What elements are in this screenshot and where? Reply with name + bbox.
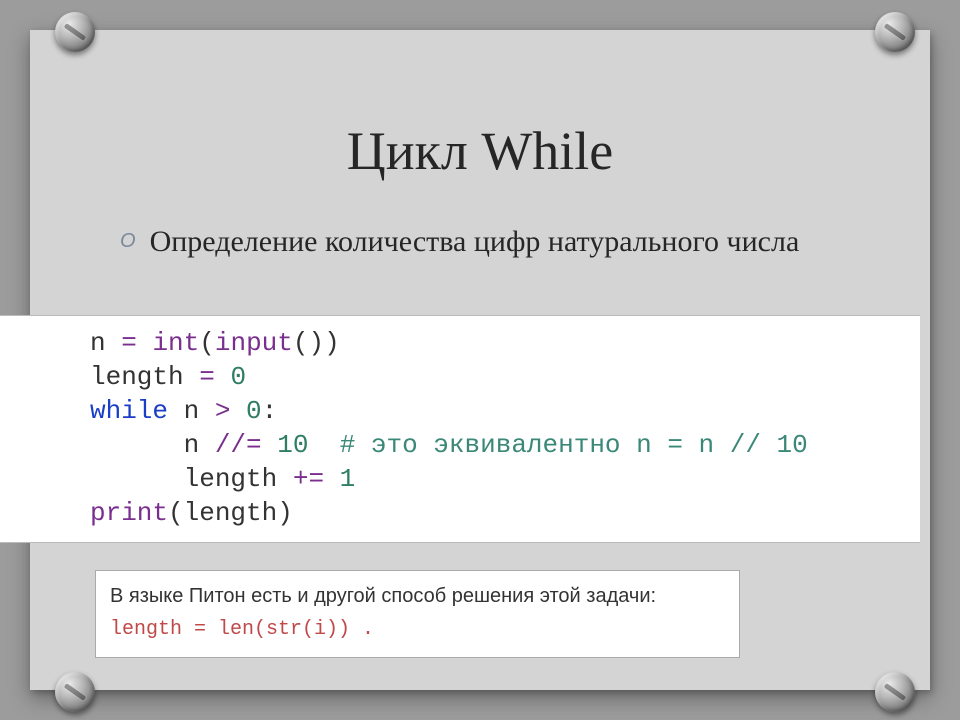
code-line-2: length = 0 xyxy=(90,360,902,394)
code-line-5: length += 1 xyxy=(90,462,902,496)
code-line-3: while n > 0: xyxy=(90,394,902,428)
alt-code-line: length = len(str(i)) . xyxy=(110,615,725,645)
subtitle-text: Определение количества цифр натурального… xyxy=(150,222,800,262)
code-block-main: n = int(input()) length = 0 while n > 0:… xyxy=(0,315,920,543)
screw-top-left xyxy=(55,12,95,52)
code-block-alt: В языке Питон есть и другой способ решен… xyxy=(95,570,740,658)
alt-description: В языке Питон есть и другой способ решен… xyxy=(110,581,725,611)
code-line-1: n = int(input()) xyxy=(90,326,902,360)
slide-title: Цикл While xyxy=(0,120,960,182)
screw-top-right xyxy=(875,12,915,52)
screw-bottom-left xyxy=(55,672,95,712)
subtitle-block: O Определение количества цифр натурально… xyxy=(120,222,890,262)
screw-bottom-right xyxy=(875,672,915,712)
code-line-6: print(length) xyxy=(90,496,902,530)
code-line-4: n //= 10 # это эквивалентно n = n // 10 xyxy=(90,428,902,462)
bullet-marker: O xyxy=(120,222,136,260)
